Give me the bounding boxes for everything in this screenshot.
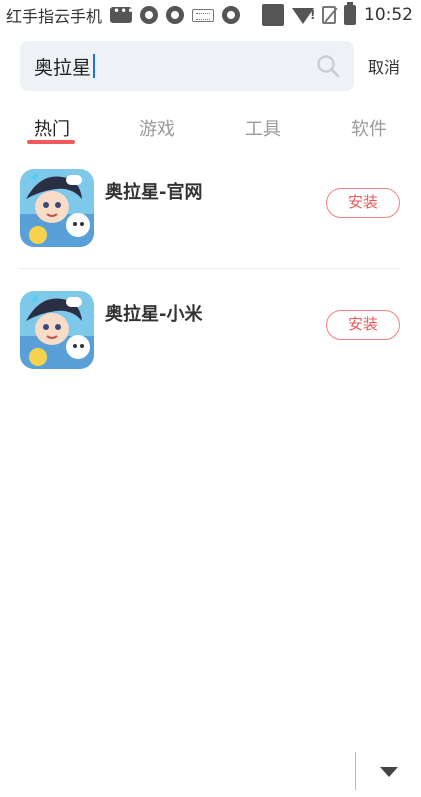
- app-list: 奥拉星-官网 安装 奥拉星-小米 安装: [0, 160, 421, 382]
- search-bar: 奥拉星 取消: [0, 40, 421, 92]
- app-name: 奥拉星-官网: [105, 182, 203, 203]
- category-tabs: 热门 游戏 工具 软件: [0, 110, 421, 146]
- no-sim-icon: [322, 6, 336, 24]
- message-icon: [110, 4, 134, 23]
- list-item[interactable]: 奥拉星-官网 安装: [0, 160, 421, 260]
- sync-icon: [140, 6, 159, 24]
- app-icon: [20, 169, 94, 247]
- square-icon: [262, 4, 284, 26]
- cancel-button[interactable]: 取消: [368, 54, 400, 78]
- battery-icon: [344, 2, 356, 25]
- install-button[interactable]: 安装: [326, 188, 400, 218]
- app-name: 奥拉星-小米: [105, 304, 203, 325]
- tab-hot[interactable]: 热门: [34, 115, 70, 141]
- app-icon: [20, 291, 94, 369]
- sync-icon: [222, 6, 241, 24]
- keyboard-icon: [192, 8, 215, 22]
- tab-games[interactable]: 游戏: [139, 115, 175, 141]
- sync-icon: [166, 6, 185, 24]
- search-input[interactable]: 奥拉星: [20, 41, 354, 91]
- status-right: 10:52: [262, 2, 413, 26]
- bottom-divider: [355, 752, 356, 790]
- search-icon[interactable]: [316, 54, 340, 78]
- tab-software[interactable]: 软件: [351, 115, 387, 141]
- clock: 10:52: [364, 5, 413, 25]
- search-query-text: 奥拉星: [34, 56, 92, 79]
- list-item[interactable]: 奥拉星-小米 安装: [0, 282, 421, 382]
- dropdown-arrow-icon[interactable]: [380, 767, 398, 777]
- screen: 红手指云手机 10:52 奥拉星: [0, 0, 421, 797]
- list-divider: [20, 268, 400, 269]
- carrier-label: 红手指云手机: [6, 7, 103, 26]
- wifi-icon: [292, 8, 315, 24]
- text-caret: [93, 54, 96, 78]
- search-query[interactable]: 奥拉星: [34, 53, 96, 80]
- tab-indicator: [27, 140, 75, 144]
- status-left: 红手指云手机: [6, 3, 241, 27]
- install-button[interactable]: 安装: [326, 310, 400, 340]
- tab-tools[interactable]: 工具: [245, 115, 281, 141]
- status-bar: 红手指云手机 10:52: [0, 0, 421, 30]
